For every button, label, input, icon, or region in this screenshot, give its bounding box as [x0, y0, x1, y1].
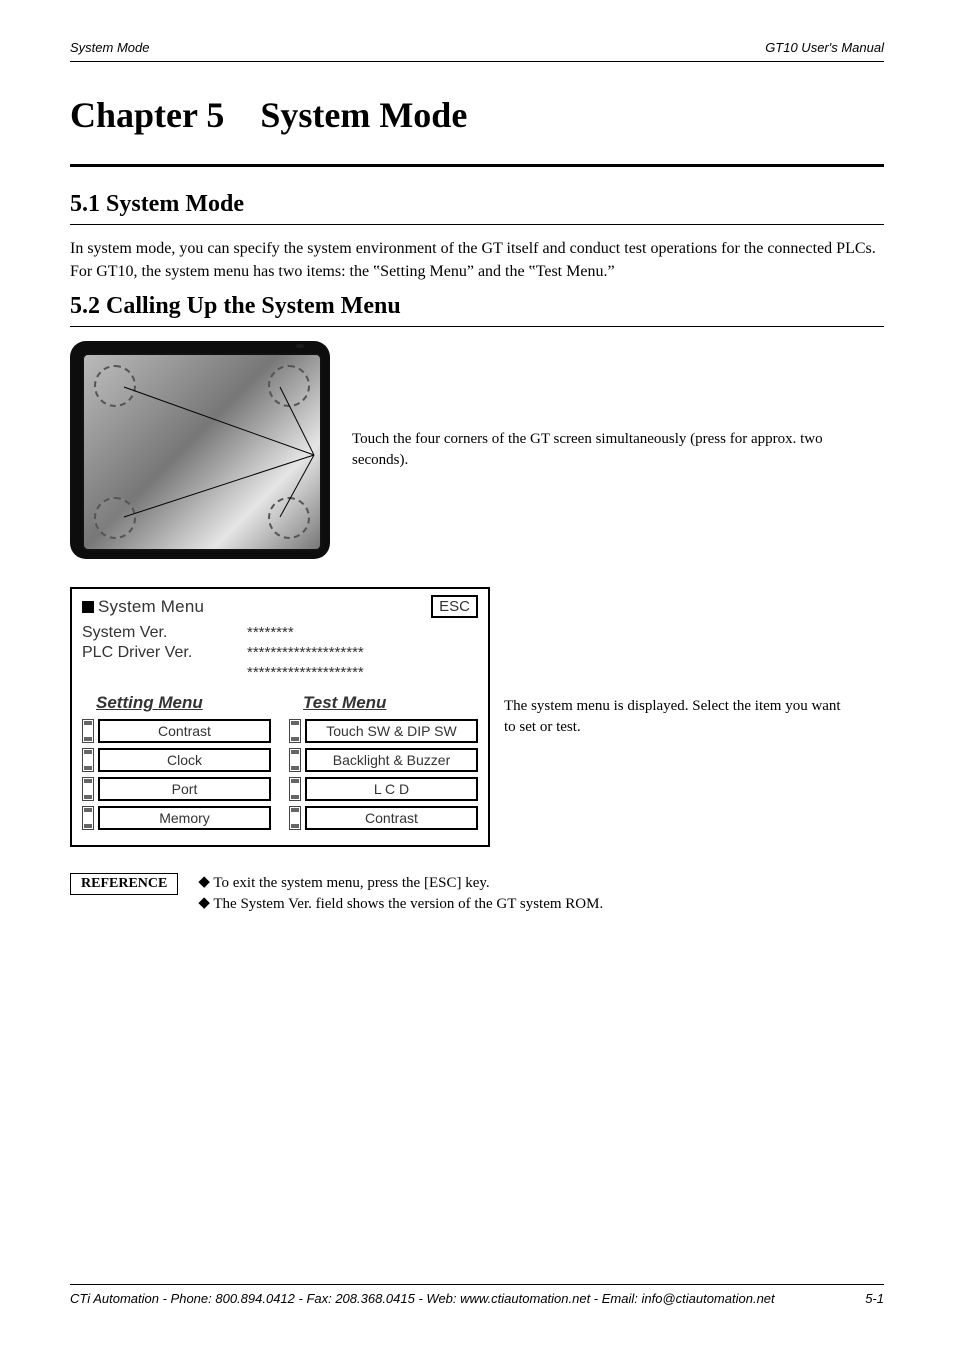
test-menu-touchsw-button[interactable]: Touch SW & DIP SW — [305, 719, 478, 743]
system-ver-label: System Ver. — [82, 624, 247, 642]
plc-driver-ver-label: PLC Driver Ver. — [82, 644, 247, 662]
system-menu-title: System Menu — [98, 597, 204, 617]
system-menu-square-icon — [82, 601, 94, 613]
setting-menu-contrast-button[interactable]: Contrast — [98, 719, 271, 743]
touch-corner-top-left — [94, 365, 136, 407]
scroll-handle-icon[interactable] — [82, 777, 94, 801]
touch-corner-bottom-right — [268, 497, 310, 539]
scroll-handle-icon[interactable] — [82, 748, 94, 772]
setting-menu-clock-button[interactable]: Clock — [98, 748, 271, 772]
reference-label: REFERENCE — [70, 873, 178, 895]
setting-menu-memory-button[interactable]: Memory — [98, 806, 271, 830]
header-section: System Mode — [70, 40, 149, 55]
device-led-icon — [296, 344, 304, 348]
scroll-handle-icon[interactable] — [82, 806, 94, 830]
setting-menu-column: Setting Menu Contrast Clock Port — [82, 693, 271, 835]
section-5-1-heading: 5.1 System Mode — [70, 191, 884, 218]
system-ver-value: ******** — [247, 624, 478, 642]
setting-menu-title: Setting Menu — [82, 693, 271, 713]
touch-corner-top-right — [268, 365, 310, 407]
test-menu-backlight-button[interactable]: Backlight & Buzzer — [305, 748, 478, 772]
touch-corner-bottom-left — [94, 497, 136, 539]
footer-page-number: 5-1 — [865, 1291, 884, 1306]
test-menu-column: Test Menu Touch SW & DIP SW Backlight & … — [289, 693, 478, 835]
test-menu-lcd-button[interactable]: L C D — [305, 777, 478, 801]
scroll-handle-icon[interactable] — [82, 719, 94, 743]
system-menu-screenshot: System Menu ESC System Ver. ******** PLC… — [70, 587, 490, 847]
test-menu-title: Test Menu — [289, 693, 478, 713]
setting-menu-port-button[interactable]: Port — [98, 777, 271, 801]
rule-under-5-2 — [70, 326, 884, 327]
section-5-1-paragraph: In system mode, you can specify the syst… — [70, 237, 884, 283]
rule-under-5-1 — [70, 224, 884, 225]
scroll-handle-icon[interactable] — [289, 777, 301, 801]
section-5-2-heading: 5.2 Calling Up the System Menu — [70, 293, 884, 320]
device-screen — [82, 353, 322, 551]
footer-company-info: CTi Automation - Phone: 800.894.0412 - F… — [70, 1291, 775, 1306]
footer-rule — [70, 1284, 884, 1285]
device-caption: Touch the four corners of the GT screen … — [352, 429, 832, 471]
bullet-diamond-icon: ◆ — [198, 893, 210, 914]
scroll-handle-icon[interactable] — [289, 806, 301, 830]
reference-line-2: ◆ The System Ver. field shows the versio… — [198, 894, 603, 915]
scroll-handle-icon[interactable] — [289, 719, 301, 743]
header-rule — [70, 61, 884, 62]
gt-device-illustration — [70, 341, 330, 559]
plc-driver-ver-value-2: ******************** — [247, 664, 478, 681]
reference-line-1: ◆ To exit the system menu, press the [ES… — [198, 873, 603, 894]
reference-callout: REFERENCE ◆ To exit the system menu, pre… — [70, 873, 884, 915]
chapter-number: Chapter 5 — [70, 95, 224, 135]
test-menu-contrast-button[interactable]: Contrast — [305, 806, 478, 830]
scroll-handle-icon[interactable] — [289, 748, 301, 772]
system-menu-caption: The system menu is displayed. Select the… — [504, 696, 844, 738]
bullet-diamond-icon: ◆ — [198, 872, 210, 893]
chapter-title: Chapter 5 System Mode — [70, 94, 884, 136]
chapter-name: System Mode — [260, 95, 467, 135]
header-manual-title: GT10 User's Manual — [765, 40, 884, 55]
esc-button[interactable]: ESC — [431, 595, 478, 618]
plc-driver-ver-value-1: ******************** — [247, 644, 478, 662]
